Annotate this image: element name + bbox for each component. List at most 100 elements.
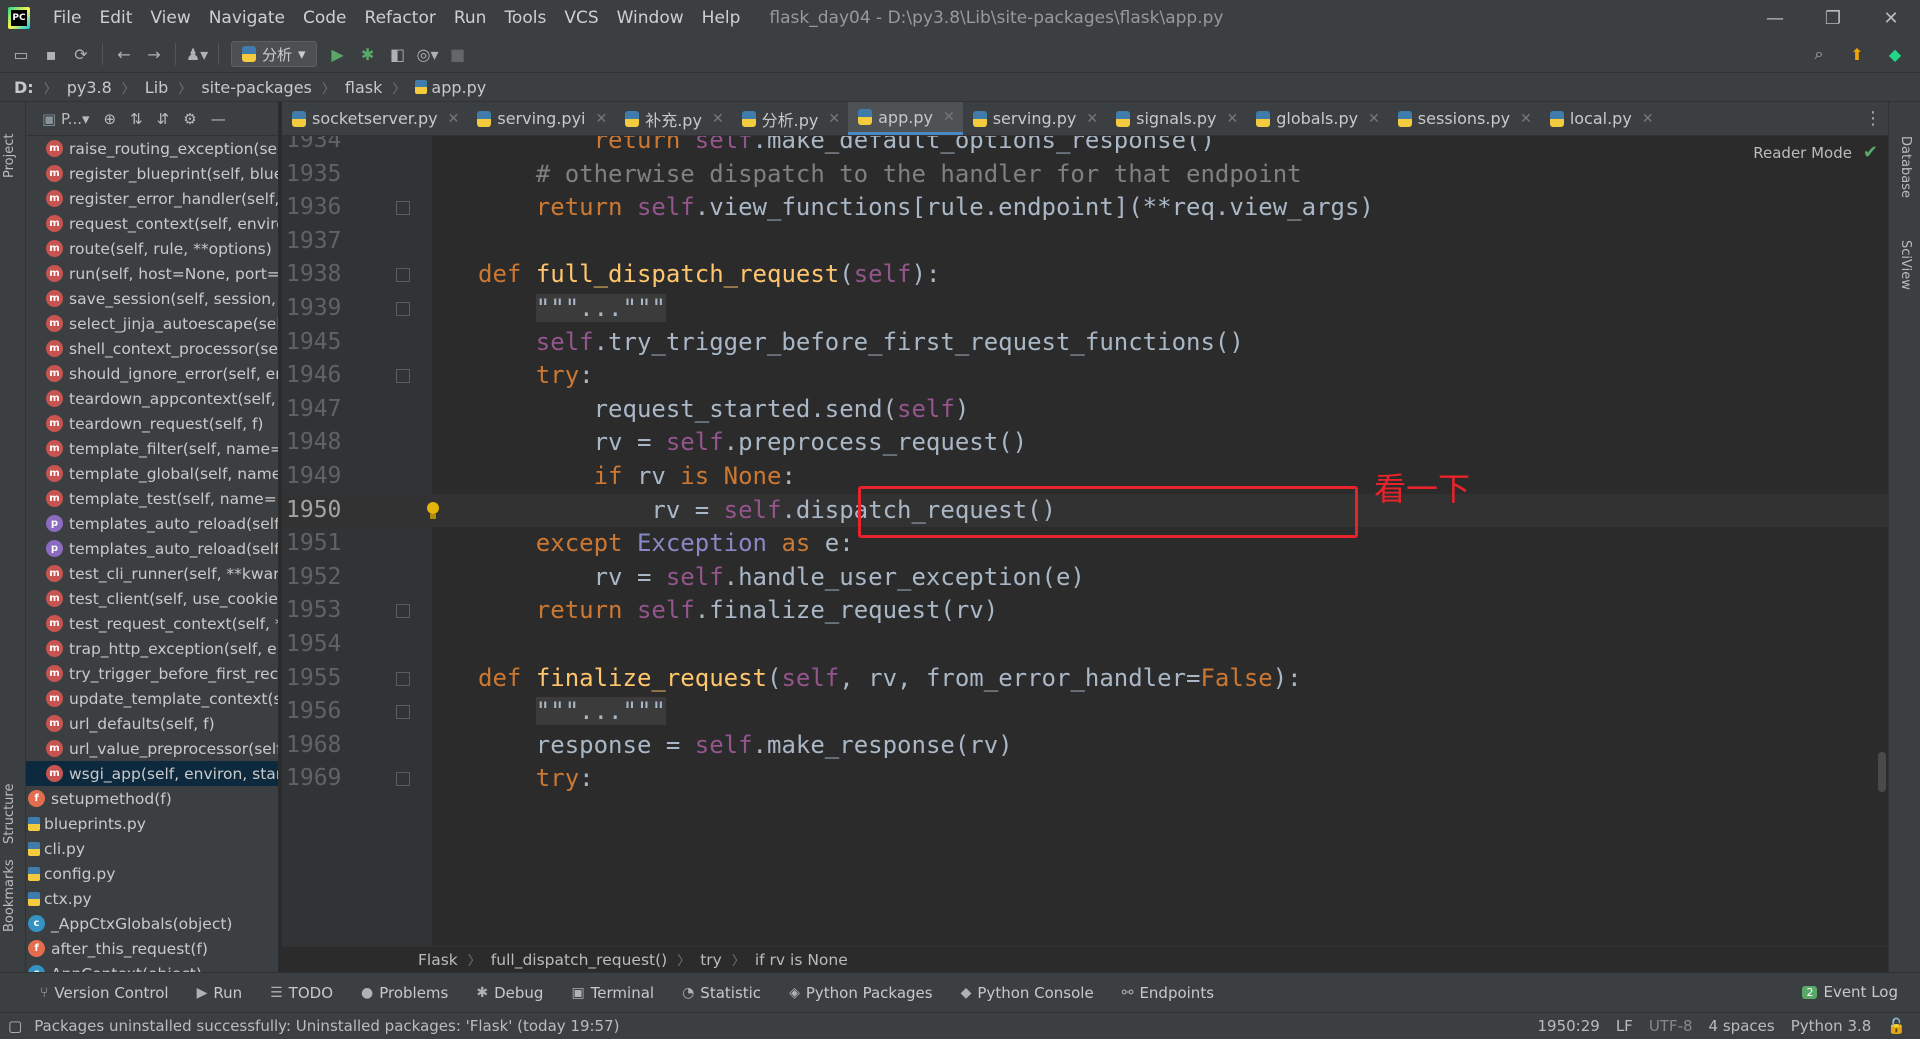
- sciview-tool-tab[interactable]: SciView: [1898, 240, 1913, 290]
- tree-item[interactable]: m template_global(self, name: [26, 461, 278, 486]
- tree-item[interactable]: config.py: [26, 861, 278, 886]
- tree-item[interactable]: m teardown_request(self, f): [26, 411, 278, 436]
- tree-item[interactable]: m template_test(self, name=N: [26, 486, 278, 511]
- tree-item[interactable]: m url_value_preprocessor(self: [26, 736, 278, 761]
- fold-marker-icon[interactable]: [396, 201, 410, 216]
- tree-item[interactable]: m register_error_handler(self,: [26, 186, 278, 211]
- tree-item[interactable]: ctx.py: [26, 886, 278, 911]
- search-icon[interactable]: ⌕: [1804, 40, 1834, 68]
- tree-item[interactable]: m route(self, rule, **options): [26, 236, 278, 261]
- breadcrumb-item[interactable]: D:: [14, 78, 34, 97]
- forward-arrow-icon[interactable]: →: [139, 40, 169, 68]
- save-icon[interactable]: ▪: [36, 40, 66, 68]
- tree-item[interactable]: m test_client(self, use_cookies: [26, 586, 278, 611]
- fold-marker-icon[interactable]: [396, 705, 410, 720]
- stop-icon[interactable]: ■: [443, 40, 473, 68]
- toggle-tool-windows-icon[interactable]: ▢: [8, 1017, 22, 1035]
- code-line[interactable]: 1939 """...""": [282, 292, 1888, 326]
- tree-item[interactable]: blueprints.py: [26, 811, 278, 836]
- line-separator[interactable]: LF: [1616, 1017, 1633, 1035]
- event-log-button[interactable]: 2 Event Log: [1802, 983, 1898, 1001]
- fold-marker-icon[interactable]: [396, 671, 410, 686]
- code-line[interactable]: 1953 return self.finalize_request(rv): [282, 594, 1888, 628]
- tree-item[interactable]: m select_jinja_autoescape(self: [26, 311, 278, 336]
- tree-item[interactable]: f after_this_request(f): [26, 936, 278, 961]
- menu-view[interactable]: View: [141, 8, 199, 28]
- editor-tab[interactable]: serving.py ✕: [963, 102, 1106, 135]
- run-config-select[interactable]: 分析 ▾: [231, 41, 317, 67]
- tree-item[interactable]: f setupmethod(f): [26, 786, 278, 811]
- tool-window-python-console[interactable]: ◆ Python Console: [961, 984, 1094, 1002]
- sync-icon[interactable]: ⟳: [66, 40, 96, 68]
- code-line[interactable]: 1955 def finalize_request(self, rv, from_…: [282, 662, 1888, 696]
- code-line[interactable]: 1946 try:: [282, 359, 1888, 393]
- tree-item[interactable]: m try_trigger_before_first_rec: [26, 661, 278, 686]
- tree-item[interactable]: c _AppCtxGlobals(object): [26, 911, 278, 936]
- code-editor[interactable]: 1934 return self.make_default_options_re…: [282, 136, 1888, 946]
- code-line[interactable]: 1948 rv = self.preprocess_request(): [282, 426, 1888, 460]
- code-line[interactable]: 1968 response = self.make_response(rv): [282, 729, 1888, 763]
- more-tabs-icon[interactable]: ⋮: [1864, 108, 1882, 129]
- editor-tab[interactable]: 补充.py ✕: [615, 102, 731, 135]
- code-line[interactable]: 1969 try:: [282, 762, 1888, 796]
- menu-file[interactable]: File: [44, 8, 90, 28]
- tree-item[interactable]: m url_defaults(self, f): [26, 711, 278, 736]
- editor-tab[interactable]: app.py ✕: [848, 102, 963, 135]
- file-encoding[interactable]: UTF-8: [1649, 1017, 1693, 1035]
- tree-item[interactable]: m teardown_appcontext(self,: [26, 386, 278, 411]
- menu-navigate[interactable]: Navigate: [200, 8, 294, 28]
- editor-tab[interactable]: serving.pyi ✕: [467, 102, 615, 135]
- fold-marker-icon[interactable]: [396, 604, 410, 619]
- editor-tab[interactable]: signals.py ✕: [1106, 102, 1246, 135]
- code-line[interactable]: 1956 """...""": [282, 695, 1888, 729]
- menu-vcs[interactable]: VCS: [555, 8, 607, 28]
- restore-icon[interactable]: ❐: [1804, 0, 1862, 36]
- tree-item[interactable]: m should_ignore_error(self, er: [26, 361, 278, 386]
- editor-tab[interactable]: sessions.py ✕: [1388, 102, 1540, 135]
- editor-breadcrumb-item[interactable]: Flask: [418, 951, 458, 969]
- indent-setting[interactable]: 4 spaces: [1709, 1017, 1775, 1035]
- menu-refactor[interactable]: Refactor: [356, 8, 445, 28]
- collapse-all-icon[interactable]: ⇵: [157, 110, 170, 128]
- fold-marker-icon[interactable]: [396, 369, 410, 384]
- menu-edit[interactable]: Edit: [90, 8, 141, 28]
- coverage-icon[interactable]: ◧: [383, 40, 413, 68]
- tree-item[interactable]: p templates_auto_reload(self: [26, 511, 278, 536]
- python-interpreter[interactable]: Python 3.8: [1791, 1017, 1872, 1035]
- tree-item[interactable]: cli.py: [26, 836, 278, 861]
- tree-item[interactable]: m raise_routing_exception(se: [26, 136, 278, 161]
- run-icon[interactable]: ▶: [323, 40, 353, 68]
- tree-item[interactable]: m test_cli_runner(self, **kwarg: [26, 561, 278, 586]
- tree-item[interactable]: m run(self, host=None, port=: [26, 261, 278, 286]
- close-tab-icon[interactable]: ✕: [595, 111, 607, 127]
- code-line[interactable]: 1934 return self.make_default_options_re…: [282, 136, 1888, 158]
- editor-tab[interactable]: globals.py ✕: [1246, 102, 1388, 135]
- tree-item[interactable]: m register_blueprint(self, blue: [26, 161, 278, 186]
- tree-item[interactable]: m update_template_context(s: [26, 686, 278, 711]
- fold-marker-icon[interactable]: [396, 302, 410, 316]
- menu-help[interactable]: Help: [693, 8, 750, 28]
- profile-icon[interactable]: ◎▾: [413, 40, 443, 68]
- update-icon[interactable]: ⬆: [1842, 40, 1872, 68]
- tool-window-run[interactable]: ▶ Run: [197, 984, 243, 1002]
- tool-window-statistic[interactable]: ◔ Statistic: [682, 984, 761, 1002]
- close-tab-icon[interactable]: ✕: [448, 111, 460, 127]
- tree-item[interactable]: m test_request_context(self, *: [26, 611, 278, 636]
- close-tab-icon[interactable]: ✕: [1226, 111, 1238, 127]
- tree-item[interactable]: p templates_auto_reload(self: [26, 536, 278, 561]
- breadcrumb-item[interactable]: app.py: [415, 78, 486, 97]
- structure-tool-tab[interactable]: Structure: [2, 784, 17, 844]
- breadcrumb-item[interactable]: Lib: [145, 78, 169, 97]
- tool-window-todo[interactable]: ☰ TODO: [270, 984, 333, 1002]
- tree-item[interactable]: m wsgi_app(self, environ, star: [26, 761, 278, 786]
- editor-tab[interactable]: socketserver.py ✕: [282, 102, 467, 135]
- tree-item[interactable]: m template_filter(self, name=: [26, 436, 278, 461]
- code-line[interactable]: 1937: [282, 225, 1888, 259]
- hide-icon[interactable]: —: [211, 110, 226, 128]
- breadcrumb-item[interactable]: site-packages: [201, 78, 312, 97]
- code-line[interactable]: 1945 self.try_trigger_before_first_reque…: [282, 326, 1888, 360]
- tree-item[interactable]: m save_session(self, session, r: [26, 286, 278, 311]
- menu-code[interactable]: Code: [294, 8, 356, 28]
- editor-breadcrumb-item[interactable]: if rv is None: [755, 951, 848, 969]
- tool-window-version-control[interactable]: ⑂ Version Control: [40, 984, 169, 1002]
